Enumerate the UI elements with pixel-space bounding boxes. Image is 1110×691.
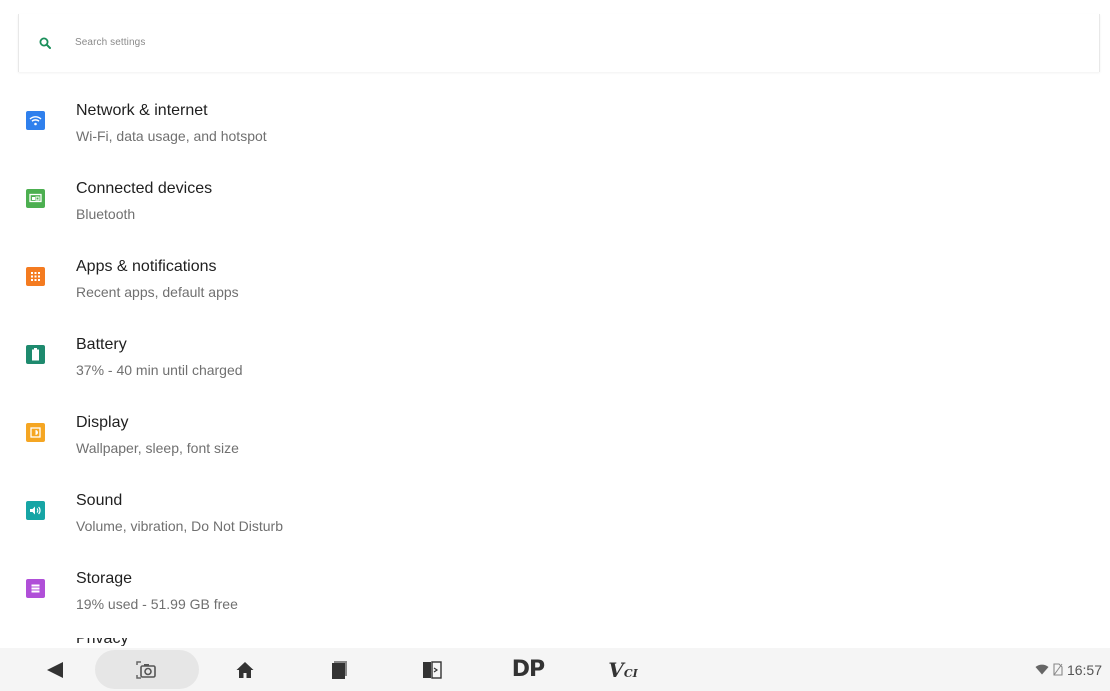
setting-display[interactable]: Display Wallpaper, sleep, font size (0, 394, 1110, 472)
setting-summary: Recent apps, default apps (76, 284, 239, 300)
setting-battery[interactable]: Battery 37% - 40 min until charged (0, 316, 1110, 394)
setting-privacy-partial[interactable]: Privacy (76, 638, 186, 646)
home-button[interactable] (230, 648, 260, 691)
split-screen-button[interactable] (417, 648, 447, 691)
screenshot-icon (136, 660, 156, 679)
status-time: 16:57 (1066, 661, 1102, 678)
recents-button[interactable] (325, 648, 355, 691)
wifi-icon (26, 111, 45, 130)
storage-icon (26, 579, 45, 598)
setting-summary: 37% - 40 min until charged (76, 362, 243, 378)
vci-button[interactable]: VCI (602, 648, 644, 691)
setting-title: Sound (76, 492, 123, 509)
setting-title: Battery (76, 336, 127, 353)
vci-label: VCI (608, 657, 638, 682)
battery-icon (26, 345, 45, 364)
setting-summary: Wallpaper, sleep, font size (76, 440, 239, 456)
setting-connected-devices[interactable]: Connected devices Bluetooth (0, 160, 1110, 238)
navigation-bar: DP VCI 16:57 (0, 648, 1110, 691)
back-icon (47, 661, 63, 678)
sound-icon (26, 501, 45, 520)
setting-summary: Wi-Fi, data usage, and hotspot (76, 128, 267, 144)
setting-title: Apps & notifications (76, 258, 217, 275)
search-input[interactable]: Search settings (75, 37, 145, 48)
setting-summary: Bluetooth (76, 206, 136, 222)
setting-title: Network & internet (76, 102, 208, 119)
display-icon (26, 423, 45, 442)
home-icon (236, 661, 254, 678)
setting-title: Storage (76, 570, 133, 587)
setting-sound[interactable]: Sound Volume, vibration, Do Not Disturb (0, 472, 1110, 550)
dp-label: DP (511, 657, 545, 682)
search-bar[interactable]: Search settings (18, 14, 1100, 72)
status-area: 16:57 (1035, 648, 1102, 691)
screenshot-button[interactable] (132, 648, 162, 691)
back-button[interactable] (40, 648, 70, 691)
wifi-status-icon (1035, 664, 1049, 675)
setting-title: Display (76, 414, 129, 431)
apps-icon (26, 267, 45, 286)
settings-screen: Search settings Network & internet Wi-Fi… (0, 0, 1110, 691)
connected-devices-icon (26, 189, 45, 208)
setting-title: Privacy (76, 638, 128, 646)
split-screen-icon (423, 660, 442, 679)
setting-apps-notifications[interactable]: Apps & notifications Recent apps, defaul… (0, 238, 1110, 316)
settings-list: Network & internet Wi-Fi, data usage, an… (0, 82, 1110, 648)
setting-title: Connected devices (76, 180, 213, 197)
dp-button[interactable]: DP (505, 648, 551, 691)
setting-summary: 19% used - 51.99 GB free (76, 596, 238, 612)
setting-network-internet[interactable]: Network & internet Wi-Fi, data usage, an… (0, 82, 1110, 160)
search-icon (39, 37, 51, 49)
recents-icon (332, 660, 347, 679)
setting-summary: Volume, vibration, Do Not Disturb (76, 518, 283, 534)
no-sim-icon (1053, 663, 1063, 676)
setting-storage[interactable]: Storage 19% used - 51.99 GB free (0, 550, 1110, 628)
